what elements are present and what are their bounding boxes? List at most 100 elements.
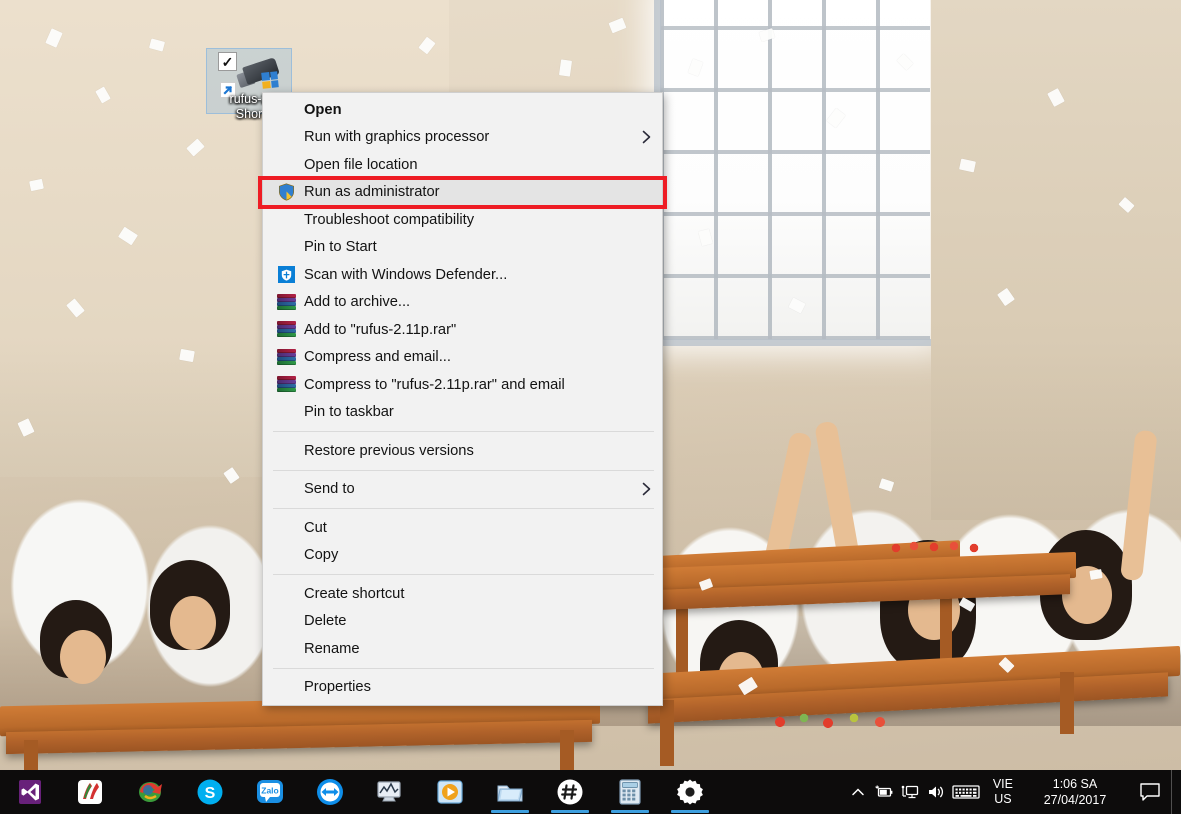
menu-item-label: Run with graphics processor xyxy=(304,129,490,146)
windows-logo-icon xyxy=(261,71,279,89)
menu-item-run-with-graphics-processor[interactable]: Run with graphics processor xyxy=(263,124,662,152)
winrar-icon xyxy=(273,292,299,312)
menu-item-label: Pin to Start xyxy=(304,239,377,256)
taskbar-app-hash-tool[interactable] xyxy=(540,770,600,814)
menu-item-troubleshoot-compatibility[interactable]: Troubleshoot compatibility xyxy=(263,206,662,234)
chevron-right-icon xyxy=(638,482,654,496)
taskbar-app-list[interactable]: S Zalo xyxy=(0,770,720,814)
menu-item-run-as-administrator[interactable]: Run as administrator xyxy=(263,178,662,206)
menu-item-pin-to-start[interactable]: Pin to Start xyxy=(263,234,662,262)
clock-date: 27/04/2017 xyxy=(1043,793,1107,807)
chevron-right-icon xyxy=(642,482,650,496)
icon-checkbox[interactable]: ✓ xyxy=(218,52,237,71)
menu-item-properties[interactable]: Properties xyxy=(263,674,662,702)
clock[interactable]: 1:06 SA 27/04/2017 xyxy=(1021,770,1129,814)
taskbar-app-settings[interactable] xyxy=(660,770,720,814)
taskbar-spacer xyxy=(720,770,845,814)
taskbar-running-indicator xyxy=(671,810,709,813)
language-indicator[interactable]: VIE US xyxy=(983,770,1021,814)
power-battery-icon[interactable] xyxy=(871,770,897,814)
menu-item-open-file-location[interactable]: Open file location xyxy=(263,151,662,179)
taskbar[interactable]: S Zalo VIE US 1:06 SA 27/04/2017 xyxy=(0,770,1181,814)
menu-item-no-icon xyxy=(273,402,299,422)
winrar-icon xyxy=(276,321,296,338)
settings-icon xyxy=(675,777,705,807)
menu-item-restore-previous-versions[interactable]: Restore previous versions xyxy=(263,437,662,465)
menu-item-label: Delete xyxy=(304,613,347,630)
action-center-icon[interactable] xyxy=(1129,770,1171,814)
taskbar-app-media-player[interactable] xyxy=(420,770,480,814)
menu-item-no-icon xyxy=(273,584,299,604)
taskbar-app-winrar[interactable] xyxy=(120,770,180,814)
hash-tool-icon xyxy=(555,777,585,807)
uac-shield-icon xyxy=(273,182,299,202)
menu-item-no-icon xyxy=(273,479,299,499)
system-tray[interactable]: VIE US 1:06 SA 27/04/2017 xyxy=(845,770,1181,814)
svg-text:Zalo: Zalo xyxy=(261,786,278,796)
menu-item-compress-to-rufus-211prar-and-email[interactable]: Compress to "rufus-2.11p.rar" and email xyxy=(263,371,662,399)
windows-defender-icon xyxy=(273,265,299,285)
taskbar-app-calculator[interactable] xyxy=(600,770,660,814)
winrar-icon xyxy=(276,348,296,366)
volume-icon[interactable] xyxy=(923,770,949,814)
teamviewer-icon xyxy=(315,777,345,807)
wallpaper-desk-leg xyxy=(660,700,674,766)
menu-separator xyxy=(273,431,654,432)
chevron-right-icon xyxy=(642,130,650,144)
menu-separator xyxy=(273,574,654,575)
menu-item-label: Rename xyxy=(304,640,360,657)
menu-item-label: Compress and email... xyxy=(304,349,451,366)
taskbar-app-file-explorer[interactable] xyxy=(480,770,540,814)
menu-item-delete[interactable]: Delete xyxy=(263,608,662,636)
menu-item-pin-to-taskbar[interactable]: Pin to taskbar xyxy=(263,399,662,427)
menu-item-create-shortcut[interactable]: Create shortcut xyxy=(263,580,662,608)
usb-drive-icon xyxy=(236,57,282,89)
keyboard-icon[interactable] xyxy=(949,770,983,814)
menu-item-rename[interactable]: Rename xyxy=(263,635,662,663)
wallpaper-person-face xyxy=(170,596,216,650)
menu-item-label: Cut xyxy=(304,519,327,536)
menu-item-label: Send to xyxy=(304,481,355,498)
zalo-icon: Zalo xyxy=(255,777,285,807)
menu-item-compress-and-email[interactable]: Compress and email... xyxy=(263,344,662,372)
taskbar-app-unikey[interactable] xyxy=(60,770,120,814)
taskbar-app-visual-studio[interactable] xyxy=(0,770,60,814)
menu-item-scan-with-windows-defender[interactable]: Scan with Windows Defender... xyxy=(263,261,662,289)
menu-item-copy[interactable]: Copy xyxy=(263,542,662,570)
calculator-icon xyxy=(615,777,645,807)
taskbar-app-teamviewer[interactable] xyxy=(300,770,360,814)
chevron-up-icon[interactable] xyxy=(845,770,871,814)
menu-separator xyxy=(273,508,654,509)
menu-item-label: Scan with Windows Defender... xyxy=(304,266,508,283)
taskbar-running-indicator xyxy=(551,810,589,813)
menu-item-label: Copy xyxy=(304,547,339,564)
menu-item-label: Properties xyxy=(304,679,371,696)
menu-item-add-to-archive[interactable]: Add to archive... xyxy=(263,289,662,317)
menu-item-send-to[interactable]: Send to xyxy=(263,476,662,504)
menu-item-add-to-rufus-211prar[interactable]: Add to "rufus-2.11p.rar" xyxy=(263,316,662,344)
taskbar-app-zalo[interactable]: Zalo xyxy=(240,770,300,814)
context-menu[interactable]: Open Run with graphics processor Open file… xyxy=(262,92,663,706)
winrar-icon xyxy=(135,777,165,807)
menu-item-label: Troubleshoot compatibility xyxy=(304,211,475,228)
network-display-icon[interactable] xyxy=(897,770,923,814)
winrar-icon xyxy=(273,347,299,367)
taskbar-app-skype[interactable]: S xyxy=(180,770,240,814)
uac-shield-icon xyxy=(278,183,294,201)
menu-item-no-icon xyxy=(273,611,299,631)
menu-item-no-icon xyxy=(273,210,299,230)
media-player-icon xyxy=(435,777,465,807)
menu-item-label: Add to archive... xyxy=(304,294,411,311)
menu-item-cut[interactable]: Cut xyxy=(263,514,662,542)
menu-item-open[interactable]: Open xyxy=(263,96,662,124)
taskbar-running-indicator xyxy=(491,810,529,813)
menu-item-no-icon xyxy=(273,127,299,147)
taskbar-app-system-monitor[interactable] xyxy=(360,770,420,814)
chevron-right-icon xyxy=(638,130,654,144)
wallpaper-flowers-on-desk xyxy=(768,710,908,732)
winrar-icon xyxy=(276,376,296,393)
show-desktop-button[interactable] xyxy=(1171,770,1179,814)
language-line2: US xyxy=(994,792,1012,806)
menu-separator xyxy=(273,667,654,669)
taskbar-running-indicator xyxy=(611,810,649,813)
